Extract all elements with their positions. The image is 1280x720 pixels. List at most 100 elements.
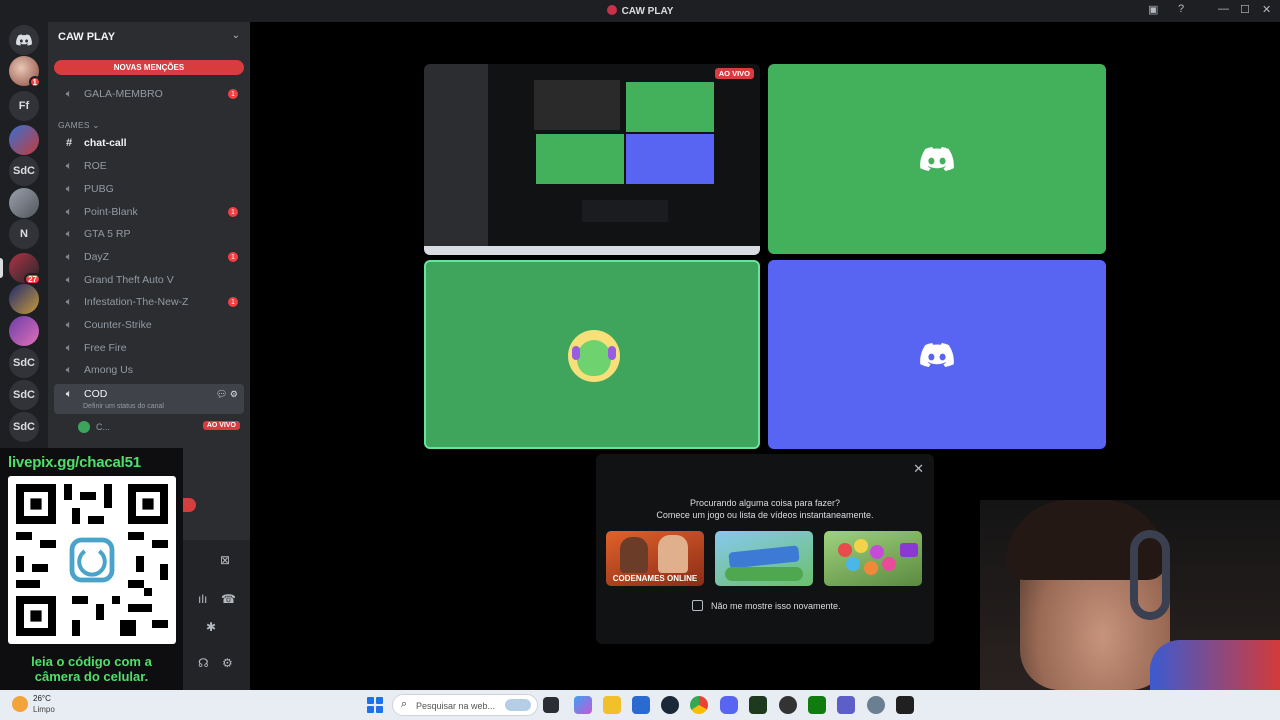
speaker-icon: 🔈︎ bbox=[65, 182, 73, 195]
store-icon[interactable] bbox=[632, 696, 650, 714]
task-view-icon[interactable] bbox=[543, 697, 559, 713]
mention-badge: 27 bbox=[24, 273, 41, 285]
new-mentions-banner[interactable]: NOVAS MENÇÕES bbox=[54, 60, 244, 75]
channel-grand-theft-auto-v[interactable]: 🔈︎ Grand Theft Auto V bbox=[54, 270, 244, 290]
channel-gta-5-rp[interactable]: 🔈︎ GTA 5 RP bbox=[54, 224, 244, 244]
participant-tile[interactable] bbox=[768, 260, 1106, 449]
server-icon[interactable]: SdC bbox=[9, 412, 39, 442]
server-icon[interactable]: Ff bbox=[9, 91, 39, 121]
discord-home-icon[interactable] bbox=[9, 25, 39, 55]
nested-sidebar bbox=[424, 64, 488, 255]
channel-status-placeholder[interactable]: Definir um status do canal bbox=[83, 403, 164, 410]
help-icon[interactable]: ? bbox=[1178, 3, 1184, 15]
nested-avatar-tile bbox=[536, 134, 624, 184]
maximize-button[interactable]: ☐ bbox=[1240, 3, 1250, 16]
speaker-icon: 🔈︎ bbox=[65, 295, 73, 308]
channel-infestation[interactable]: 🔈︎ Infestation-The-New-Z 1 bbox=[54, 292, 244, 312]
server-icon[interactable] bbox=[9, 125, 39, 155]
selected-server-pill bbox=[0, 258, 3, 278]
settings-icon[interactable] bbox=[867, 696, 885, 714]
server-icon[interactable]: SdC bbox=[9, 156, 39, 186]
close-icon[interactable]: ✕ bbox=[913, 461, 924, 477]
weather-temperature[interactable]: 26°C bbox=[33, 694, 51, 703]
windows-start-button[interactable] bbox=[367, 697, 383, 713]
chevron-down-icon[interactable]: ⌄ bbox=[232, 30, 240, 41]
channel-pubg[interactable]: 🔈︎ PUBG bbox=[54, 179, 244, 199]
weather-sun-icon[interactable] bbox=[12, 696, 28, 712]
game-card-putt-party[interactable] bbox=[715, 531, 813, 586]
participant-tile[interactable] bbox=[768, 64, 1106, 254]
speaker-icon: 🔈︎ bbox=[65, 363, 73, 376]
teams-icon[interactable] bbox=[837, 696, 855, 714]
channel-cod[interactable]: 🔈︎ COD Definir um status do canal 💬︎ ⚙︎ bbox=[54, 384, 244, 414]
channel-counter-strike[interactable]: 🔈︎ Counter-Strike bbox=[54, 315, 244, 335]
dont-show-again-label[interactable]: Não me mostre isso novamente. bbox=[711, 601, 841, 611]
activity-prompt: ✕ Procurando alguma coisa para fazer? Co… bbox=[596, 454, 934, 644]
unread-badge: 1 bbox=[228, 252, 238, 262]
close-window-button[interactable]: ✕ bbox=[1262, 3, 1271, 16]
settings-gear-icon[interactable]: ⚙︎ bbox=[222, 656, 233, 670]
weather-condition[interactable]: Limpo bbox=[33, 705, 55, 714]
minimize-button[interactable]: — bbox=[1218, 3, 1229, 15]
speaker-icon: 🔈︎ bbox=[65, 388, 73, 400]
chrome-icon[interactable] bbox=[690, 696, 708, 714]
donation-qr-overlay: livepix.gg/chacal51 leia o código com a … bbox=[0, 448, 183, 690]
obs-icon[interactable] bbox=[779, 696, 797, 714]
channel-free-fire[interactable]: 🔈︎ Free Fire bbox=[54, 338, 244, 358]
channel-point-blank[interactable]: 🔈︎ Point-Blank 1 bbox=[54, 202, 244, 222]
channel-roe[interactable]: 🔈︎ ROE bbox=[54, 156, 244, 176]
voice-user[interactable]: C... AO VIVO bbox=[78, 420, 244, 434]
taskbar-search-input[interactable]: ⌕ Pesquisar na web... bbox=[392, 694, 538, 716]
game-card-hex-puzzle[interactable] bbox=[824, 531, 922, 586]
speaker-icon: 🔈︎ bbox=[65, 205, 73, 218]
unread-badge: 1 bbox=[228, 207, 238, 217]
server-icon[interactable]: SdC bbox=[9, 380, 39, 410]
server-icon[interactable]: SdC bbox=[9, 348, 39, 378]
disconnect-call-icon[interactable]: ☎︎ bbox=[221, 592, 236, 606]
server-name[interactable]: CAW PLAY bbox=[58, 31, 115, 43]
server-icon[interactable]: N bbox=[9, 219, 39, 249]
channel-dayz[interactable]: 🔈︎ DayZ 1 bbox=[54, 247, 244, 267]
server-logo-icon bbox=[606, 5, 617, 15]
nested-blue-tile bbox=[626, 134, 714, 184]
headset-icon bbox=[572, 346, 580, 360]
channel-gala-membro[interactable]: 🔈︎ GALA-MEMBRO 1 bbox=[54, 84, 244, 104]
livepix-url: livepix.gg/chacal51 bbox=[8, 454, 141, 471]
category-games[interactable]: GAMES ⌄ bbox=[58, 120, 100, 131]
dont-show-again-checkbox[interactable] bbox=[692, 600, 703, 611]
server-icon[interactable] bbox=[9, 188, 39, 218]
noise-suppression-icon[interactable]: ılı bbox=[198, 592, 207, 606]
channel-chat-icon[interactable]: 💬︎ ⚙︎ bbox=[216, 389, 238, 400]
activity-title: Procurando alguma coisa para fazer? bbox=[689, 498, 841, 508]
channel-among-us[interactable]: 🔈︎ Among Us bbox=[54, 360, 244, 380]
app-icon[interactable] bbox=[896, 696, 914, 714]
discord-logo-icon bbox=[920, 147, 954, 171]
game-card-codenames[interactable]: CODENAMES ONLINE bbox=[606, 531, 704, 586]
inbox-icon[interactable]: ▣ bbox=[1148, 3, 1158, 16]
steam-icon[interactable] bbox=[661, 696, 679, 714]
participant-tile-speaking[interactable] bbox=[424, 260, 760, 449]
server-icon[interactable]: 27 bbox=[9, 253, 41, 285]
game-app-icon[interactable] bbox=[749, 696, 767, 714]
speaker-icon: 🔈︎ bbox=[65, 318, 73, 331]
server-icon[interactable]: 1 bbox=[9, 56, 41, 88]
windows-taskbar: 26°C Limpo ⌕ Pesquisar na web... bbox=[0, 690, 1280, 720]
headphones-icon[interactable]: ☊ bbox=[198, 656, 209, 670]
server-icon[interactable] bbox=[9, 284, 39, 314]
qr-code bbox=[8, 476, 176, 644]
speaker-icon: 🔈︎ bbox=[65, 159, 73, 172]
server-icon[interactable] bbox=[9, 316, 39, 346]
channel-chat-call[interactable]: # chat-call bbox=[54, 133, 244, 153]
mention-badge: 1 bbox=[28, 76, 41, 88]
copilot-icon[interactable] bbox=[574, 696, 592, 714]
discord-logo-icon bbox=[16, 34, 32, 46]
live-badge: AO VIVO bbox=[202, 421, 240, 430]
file-explorer-icon[interactable] bbox=[603, 696, 621, 714]
soundboard-icon[interactable]: ✱ bbox=[206, 620, 216, 634]
xbox-icon[interactable] bbox=[808, 696, 826, 714]
discord-taskbar-icon[interactable] bbox=[720, 696, 738, 714]
window-title: CAW PLAY bbox=[0, 5, 1280, 17]
speaker-icon: 🔈︎ bbox=[65, 227, 73, 240]
screen-share-tile[interactable]: AO VIVO bbox=[424, 64, 760, 255]
disconnect-stream-icon[interactable]: ⊠ bbox=[220, 553, 230, 567]
